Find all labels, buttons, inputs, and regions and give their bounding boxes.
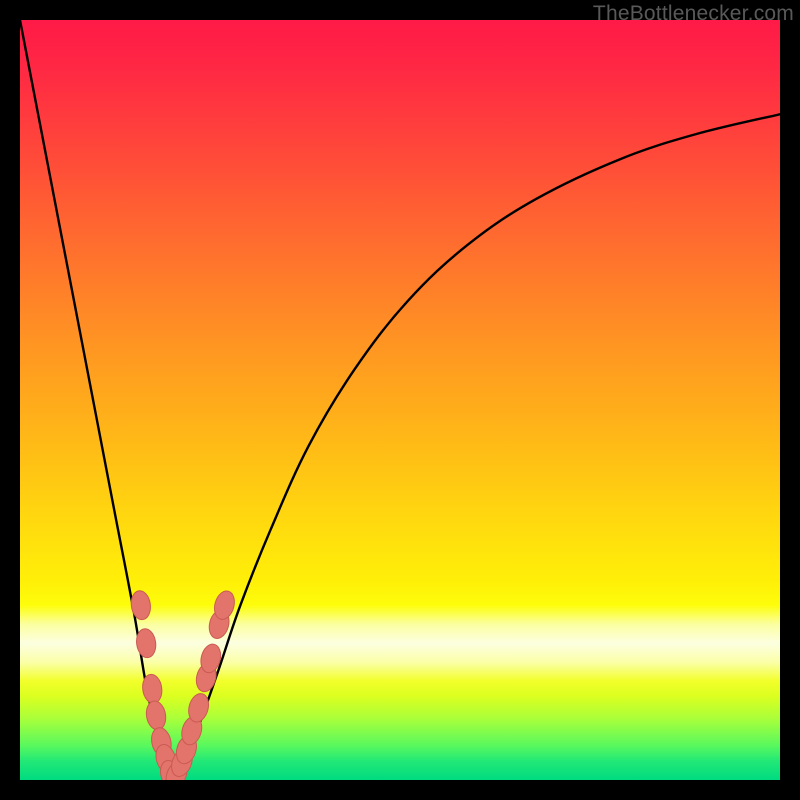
gradient-background	[20, 20, 780, 780]
outer-frame: TheBottlenecker.com	[0, 0, 800, 800]
plot-area	[20, 20, 780, 780]
watermark-text: TheBottlenecker.com	[593, 2, 794, 26]
chart-svg	[20, 20, 780, 780]
